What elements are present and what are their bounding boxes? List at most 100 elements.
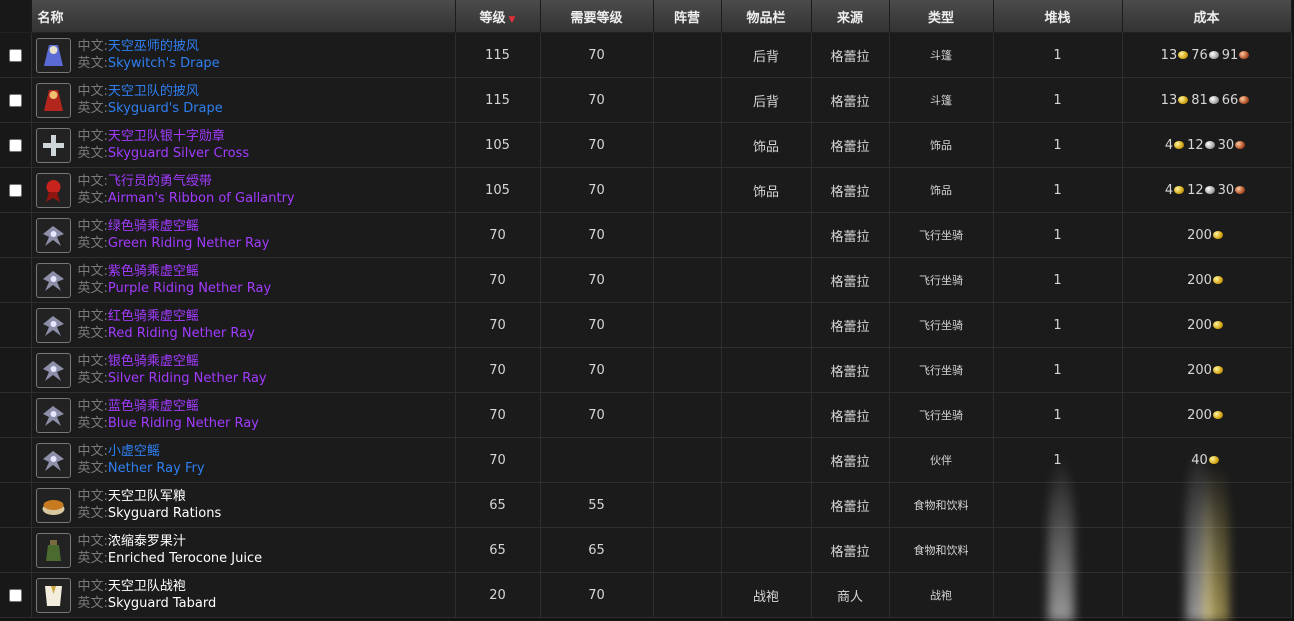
item-name-en-link[interactable]: Purple Riding Nether Ray [108, 281, 271, 296]
table-row[interactable]: 中文:天空卫队战袍 英文:Skyguard Tabard 20 70 战袍 商人 战袍 [0, 572, 1292, 618]
item-name-cn-link[interactable]: 红色骑乘虚空鳐 [108, 309, 199, 324]
red-cloak-icon[interactable] [35, 82, 71, 118]
table-row[interactable]: 中文:浓缩泰罗果汁 英文:Enriched Terocone Juice 65 65 格… [0, 527, 1292, 573]
item-source[interactable]: 格蕾拉 [811, 122, 890, 168]
row-checkbox-cell [0, 257, 32, 303]
table-row[interactable]: 中文:蓝色骑乘虚空鳐 英文:Blue Riding Nether Ray 70 70 格… [0, 392, 1292, 438]
row-checkbox[interactable] [8, 48, 22, 62]
rations-icon[interactable] [35, 487, 71, 523]
item-name-en-link[interactable]: Blue Riding Nether Ray [108, 416, 259, 431]
header-name[interactable]: 名称 [31, 0, 456, 33]
item-name-en-link[interactable]: Red Riding Nether Ray [108, 326, 255, 341]
item-source[interactable]: 格蕾拉 [811, 482, 890, 528]
nether-ray-icon[interactable] [35, 397, 71, 433]
item-faction [653, 212, 722, 258]
item-source[interactable]: 格蕾拉 [811, 257, 890, 303]
row-checkbox[interactable] [8, 588, 22, 602]
item-source[interactable]: 格蕾拉 [811, 527, 890, 573]
item-source[interactable]: 格蕾拉 [811, 302, 890, 348]
item-source[interactable]: 格蕾拉 [811, 437, 890, 483]
item-name-en-link[interactable]: Skywitch's Drape [108, 56, 220, 71]
item-source[interactable]: 格蕾拉 [811, 167, 890, 213]
table-row[interactable]: 中文:天空巫师的披风 英文:Skywitch's Drape 115 70 后背 格蕾拉斗… [0, 32, 1292, 78]
item-slot: 后背 [721, 77, 812, 123]
tabard-icon[interactable] [35, 577, 71, 613]
item-name-cn-link[interactable]: 浓缩泰罗果汁 [108, 534, 186, 549]
gold-coin-icon [1212, 411, 1223, 419]
item-name-cn-link[interactable]: 飞行员的勇气绶带 [108, 174, 212, 189]
item-source[interactable]: 格蕾拉 [811, 77, 890, 123]
item-name-cn-link[interactable]: 蓝色骑乘虚空鳐 [108, 399, 199, 414]
header-source[interactable]: 来源 [811, 0, 890, 33]
item-name-en-link[interactable]: Green Riding Nether Ray [108, 236, 270, 251]
item-name-en-link[interactable]: Skyguard's Drape [108, 101, 223, 116]
item-name-en-link[interactable]: Nether Ray Fry [108, 461, 205, 476]
silver-cross-icon[interactable] [35, 127, 71, 163]
header-req-level[interactable]: 需要等级 [540, 0, 654, 33]
item-type: 飞行坐骑 [889, 347, 994, 393]
row-checkbox[interactable] [8, 183, 22, 197]
item-name-en-link[interactable]: Skyguard Tabard [108, 596, 216, 611]
header-level[interactable]: 等级 ▼ [455, 0, 541, 33]
item-name-cn-link[interactable]: 小虚空鳐 [108, 444, 160, 459]
juice-icon[interactable] [35, 532, 71, 568]
cloak-icon[interactable] [35, 37, 71, 73]
item-name-cn-link[interactable]: 银色骑乘虚空鳐 [108, 354, 199, 369]
ribbon-icon[interactable] [35, 172, 71, 208]
item-name-en-link[interactable]: Skyguard Rations [108, 506, 221, 521]
item-source[interactable]: 格蕾拉 [811, 347, 890, 393]
item-name-cn-link[interactable]: 天空卫队战袍 [108, 579, 186, 594]
cost-silver: 76 [1191, 47, 1208, 63]
item-stack: 1 [993, 167, 1123, 213]
table-row[interactable]: 中文:红色骑乘虚空鳐 英文:Red Riding Nether Ray 70 70 格蕾… [0, 302, 1292, 348]
item-name-cell: 中文:绿色骑乘虚空鳐 英文:Green Riding Nether Ray [31, 212, 456, 258]
item-name-cn-link[interactable]: 天空卫队军粮 [108, 489, 186, 504]
table-row[interactable]: 中文:绿色骑乘虚空鳐 英文:Green Riding Nether Ray 70 70… [0, 212, 1292, 258]
item-source[interactable]: 格蕾拉 [811, 392, 890, 438]
row-checkbox-cell [0, 437, 32, 483]
header-faction[interactable]: 阵营 [653, 0, 722, 33]
item-req-level: 70 [540, 32, 654, 78]
table-row[interactable]: 中文:紫色骑乘虚空鳐 英文:Purple Riding Nether Ray 70 7… [0, 257, 1292, 303]
table-row[interactable]: 中文:小虚空鳐 英文:Nether Ray Fry 70 格蕾拉 伙伴 1 40 [0, 437, 1292, 483]
item-source[interactable]: 格蕾拉 [811, 32, 890, 78]
row-checkbox[interactable] [8, 93, 22, 107]
item-type: 饰品 [889, 122, 994, 168]
item-name-en-link[interactable]: Silver Riding Nether Ray [108, 371, 267, 386]
header-slot[interactable]: 物品栏 [721, 0, 812, 33]
item-source[interactable]: 商人 [811, 572, 890, 618]
item-name-en-link[interactable]: Skyguard Silver Cross [108, 146, 249, 161]
cost-silver: 12 [1187, 137, 1204, 153]
cost-silver: 12 [1187, 182, 1204, 198]
item-stack [993, 482, 1123, 528]
nether-ray-icon[interactable] [35, 217, 71, 253]
nether-ray-icon[interactable] [35, 262, 71, 298]
nether-ray-icon[interactable] [35, 307, 71, 343]
item-name-en-link[interactable]: Airman's Ribbon of Gallantry [108, 191, 295, 206]
item-name-cn-link[interactable]: 天空卫队银十字勋章 [108, 129, 225, 144]
nether-ray-icon[interactable] [35, 352, 71, 388]
header-cost[interactable]: 成本 [1122, 0, 1292, 33]
item-level: 70 [455, 392, 541, 438]
row-checkbox-cell [0, 302, 32, 348]
nether-ray-icon[interactable] [35, 442, 71, 478]
item-name-cn-link[interactable]: 绿色骑乘虚空鳐 [108, 219, 199, 234]
table-row[interactable]: 中文:天空卫队银十字勋章 英文:Skyguard Silver Cross 105 7… [0, 122, 1292, 168]
item-level: 70 [455, 302, 541, 348]
item-name-cn-link[interactable]: 天空卫队的披风 [108, 84, 199, 99]
item-name-cn-link[interactable]: 天空巫师的披风 [108, 39, 199, 54]
item-name-en-link[interactable]: Enriched Terocone Juice [108, 551, 262, 566]
header-stack[interactable]: 堆栈 [993, 0, 1123, 33]
item-type: 食物和饮料 [889, 527, 994, 573]
item-source[interactable]: 格蕾拉 [811, 212, 890, 258]
gold-coin-icon [1212, 366, 1223, 374]
table-row[interactable]: 中文:飞行员的勇气绶带 英文:Airman's Ribbon of Gallant… [0, 167, 1292, 213]
header-type[interactable]: 类型 [889, 0, 994, 33]
table-row[interactable]: 中文:银色骑乘虚空鳐 英文:Silver Riding Nether Ray 70 7… [0, 347, 1292, 393]
row-checkbox[interactable] [8, 138, 22, 152]
item-stack: 1 [993, 437, 1123, 483]
en-label: 英文: [77, 461, 108, 476]
table-row[interactable]: 中文:天空卫队军粮 英文:Skyguard Rations 65 55 格蕾拉 食物和饮料 [0, 482, 1292, 528]
table-row[interactable]: 中文:天空卫队的披风 英文:Skyguard's Drape 115 70 后背 格蕾拉斗… [0, 77, 1292, 123]
item-name-cn-link[interactable]: 紫色骑乘虚空鳐 [108, 264, 199, 279]
